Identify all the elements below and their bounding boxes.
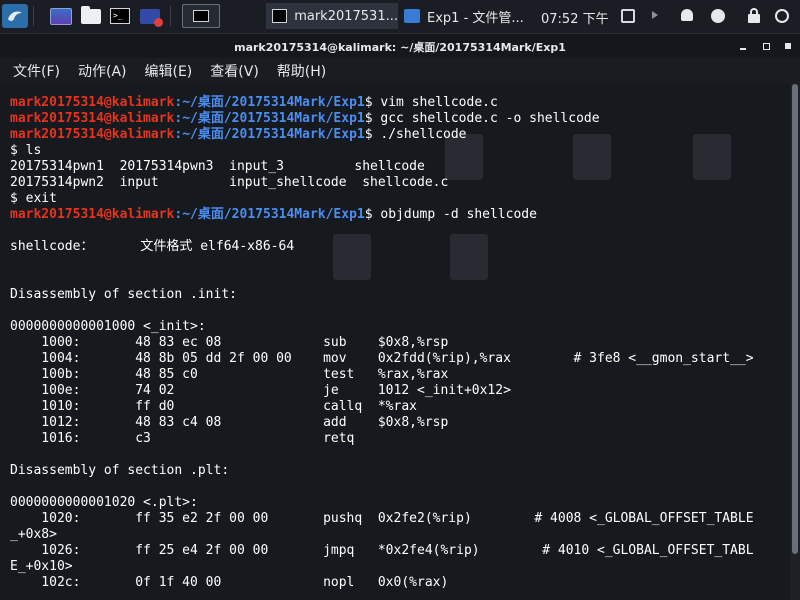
window-title: mark20175314@kalimark: ~/桌面/20175314Mark…	[234, 41, 566, 54]
terminal-output[interactable]: mark20175314@kalimark:~/桌面/20175314Mark/…	[0, 84, 790, 600]
window-tray-icon[interactable]	[621, 9, 635, 23]
maximize-button[interactable]	[755, 34, 777, 58]
asm-line: 1016: c3 retq	[10, 431, 355, 446]
workspace-window-icon	[193, 10, 209, 22]
panel-separator	[170, 6, 171, 26]
command-text: gcc shellcode.c -o shellcode	[380, 111, 600, 126]
command-text: vim shellcode.c	[380, 95, 498, 110]
asm-line: 100e: 74 02 je 1012 <_init+0x12>	[10, 383, 511, 398]
output-line: 20175314pwn1 20175314pwn3 input_3 shellc…	[10, 159, 425, 174]
prompt-user: mark20175314@kalimark	[10, 95, 175, 110]
terminal-icon	[272, 9, 288, 23]
notification-bell-icon[interactable]	[681, 9, 693, 21]
window-titlebar[interactable]: mark20175314@kalimark: ~/桌面/20175314Mark…	[0, 34, 800, 58]
folder-icon	[81, 5, 101, 24]
prompt-line: mark20175314@kalimark:~/桌面/20175314Mark/…	[10, 207, 537, 222]
prompt-path: :~/桌面/20175314Mark/Exp1	[174, 111, 365, 126]
top-panel: >_ mark2017531... Exp1 - 文件管... 07:52 下午	[0, 0, 800, 34]
minimize-icon	[740, 48, 746, 50]
network-icon[interactable]	[711, 9, 725, 23]
workspace-switcher[interactable]	[182, 4, 220, 28]
output-line: Disassembly of section .init:	[10, 287, 237, 302]
prompt-path: :~/桌面/20175314Mark/Exp1	[174, 127, 365, 142]
asm-line: 1010: ff d0 callq *%rax	[10, 399, 417, 414]
maximize-icon	[762, 42, 770, 50]
prompt-line: mark20175314@kalimark:~/桌面/20175314Mark/…	[10, 111, 600, 126]
output-line: 0000000000001000 <_init>:	[10, 319, 206, 334]
close-button[interactable]	[777, 34, 799, 58]
asm-line: 1012: 48 83 c4 08 add $0x8,%rsp	[10, 415, 449, 430]
power-icon[interactable]	[775, 9, 789, 23]
scrollbar-thumb[interactable]	[792, 84, 798, 554]
menu-file[interactable]: 文件(F)	[4, 61, 69, 81]
recorder-icon	[140, 8, 163, 27]
prompt-line: mark20175314@kalimark:~/桌面/20175314Mark/…	[10, 127, 467, 142]
asm-line: E_+0x10>	[10, 559, 73, 574]
folder-icon	[404, 9, 420, 23]
prompt-user: mark20175314@kalimark	[10, 111, 175, 126]
menu-bar: 文件(F) 动作(A) 编辑(E) 查看(V) 帮助(H)	[0, 58, 800, 84]
menu-edit[interactable]: 编辑(E)	[136, 61, 202, 81]
show-desktop-launcher[interactable]	[49, 4, 73, 28]
taskbar-item-file-manager[interactable]: Exp1 - 文件管...	[398, 3, 534, 29]
file-manager-launcher[interactable]	[79, 4, 103, 28]
output-line: 20175314pwn2 input input_shellcode shell…	[10, 175, 449, 190]
terminal-icon: >_	[110, 8, 130, 24]
terminal-launcher[interactable]: >_	[108, 4, 132, 28]
output-line: 0000000000001020 <.plt>:	[10, 495, 198, 510]
taskbar-item-label: Exp1 - 文件管...	[427, 10, 524, 26]
menu-view[interactable]: 查看(V)	[201, 61, 268, 81]
output-line: shellcode： 文件格式 elf64-x86-64	[10, 239, 295, 254]
menu-action[interactable]: 动作(A)	[69, 61, 136, 81]
asm-line: 100b: 48 85 c0 test %rax,%rax	[10, 367, 449, 382]
prompt-user: mark20175314@kalimark	[10, 207, 175, 222]
taskbar-item-label: mark2017531...	[294, 8, 398, 24]
asm-line: 1020: ff 35 e2 2f 00 00 pushq 0x2fe2(%ri…	[10, 511, 754, 526]
prompt-user: mark20175314@kalimark	[10, 127, 175, 142]
volume-icon[interactable]	[652, 11, 658, 19]
asm-line: 1004: 48 8b 05 dd 2f 00 00 mov 0x2fdd(%r…	[10, 351, 754, 366]
asm-line: _+0x8>	[10, 527, 57, 542]
lock-screen-icon[interactable]	[748, 8, 760, 23]
kali-menu-button[interactable]	[2, 4, 28, 28]
panel-separator	[33, 6, 34, 26]
desktop-icon	[50, 7, 72, 25]
prompt-path: :~/桌面/20175314Mark/Exp1	[174, 95, 365, 110]
command-text: ./shellcode	[380, 127, 467, 142]
terminal-window: mark20175314@kalimark: ~/桌面/20175314Mark…	[0, 34, 800, 600]
asm-line: 102c: 0f 1f 40 00 nopl 0x0(%rax)	[10, 575, 449, 590]
asm-line: 1000: 48 83 ec 08 sub $0x8,%rsp	[10, 335, 449, 350]
asm-line: 1026: ff 25 e4 2f 00 00 jmpq *0x2fe4(%ri…	[10, 543, 754, 558]
command-text: objdump -d shellcode	[380, 207, 537, 222]
kali-dragon-icon	[8, 11, 22, 21]
output-line: $ ls	[10, 143, 42, 158]
taskbar-item-terminal[interactable]: mark2017531...	[266, 3, 398, 29]
screen-recorder-launcher[interactable]	[138, 4, 163, 28]
menu-help[interactable]: 帮助(H)	[268, 61, 335, 81]
output-line: $ exit	[10, 191, 57, 206]
output-line: Disassembly of section .plt:	[10, 463, 230, 478]
close-icon	[785, 43, 791, 49]
minimize-button[interactable]	[732, 34, 754, 58]
panel-clock[interactable]: 07:52 下午	[541, 8, 609, 27]
prompt-line: mark20175314@kalimark:~/桌面/20175314Mark/…	[10, 95, 498, 110]
prompt-path: :~/桌面/20175314Mark/Exp1	[174, 207, 365, 222]
